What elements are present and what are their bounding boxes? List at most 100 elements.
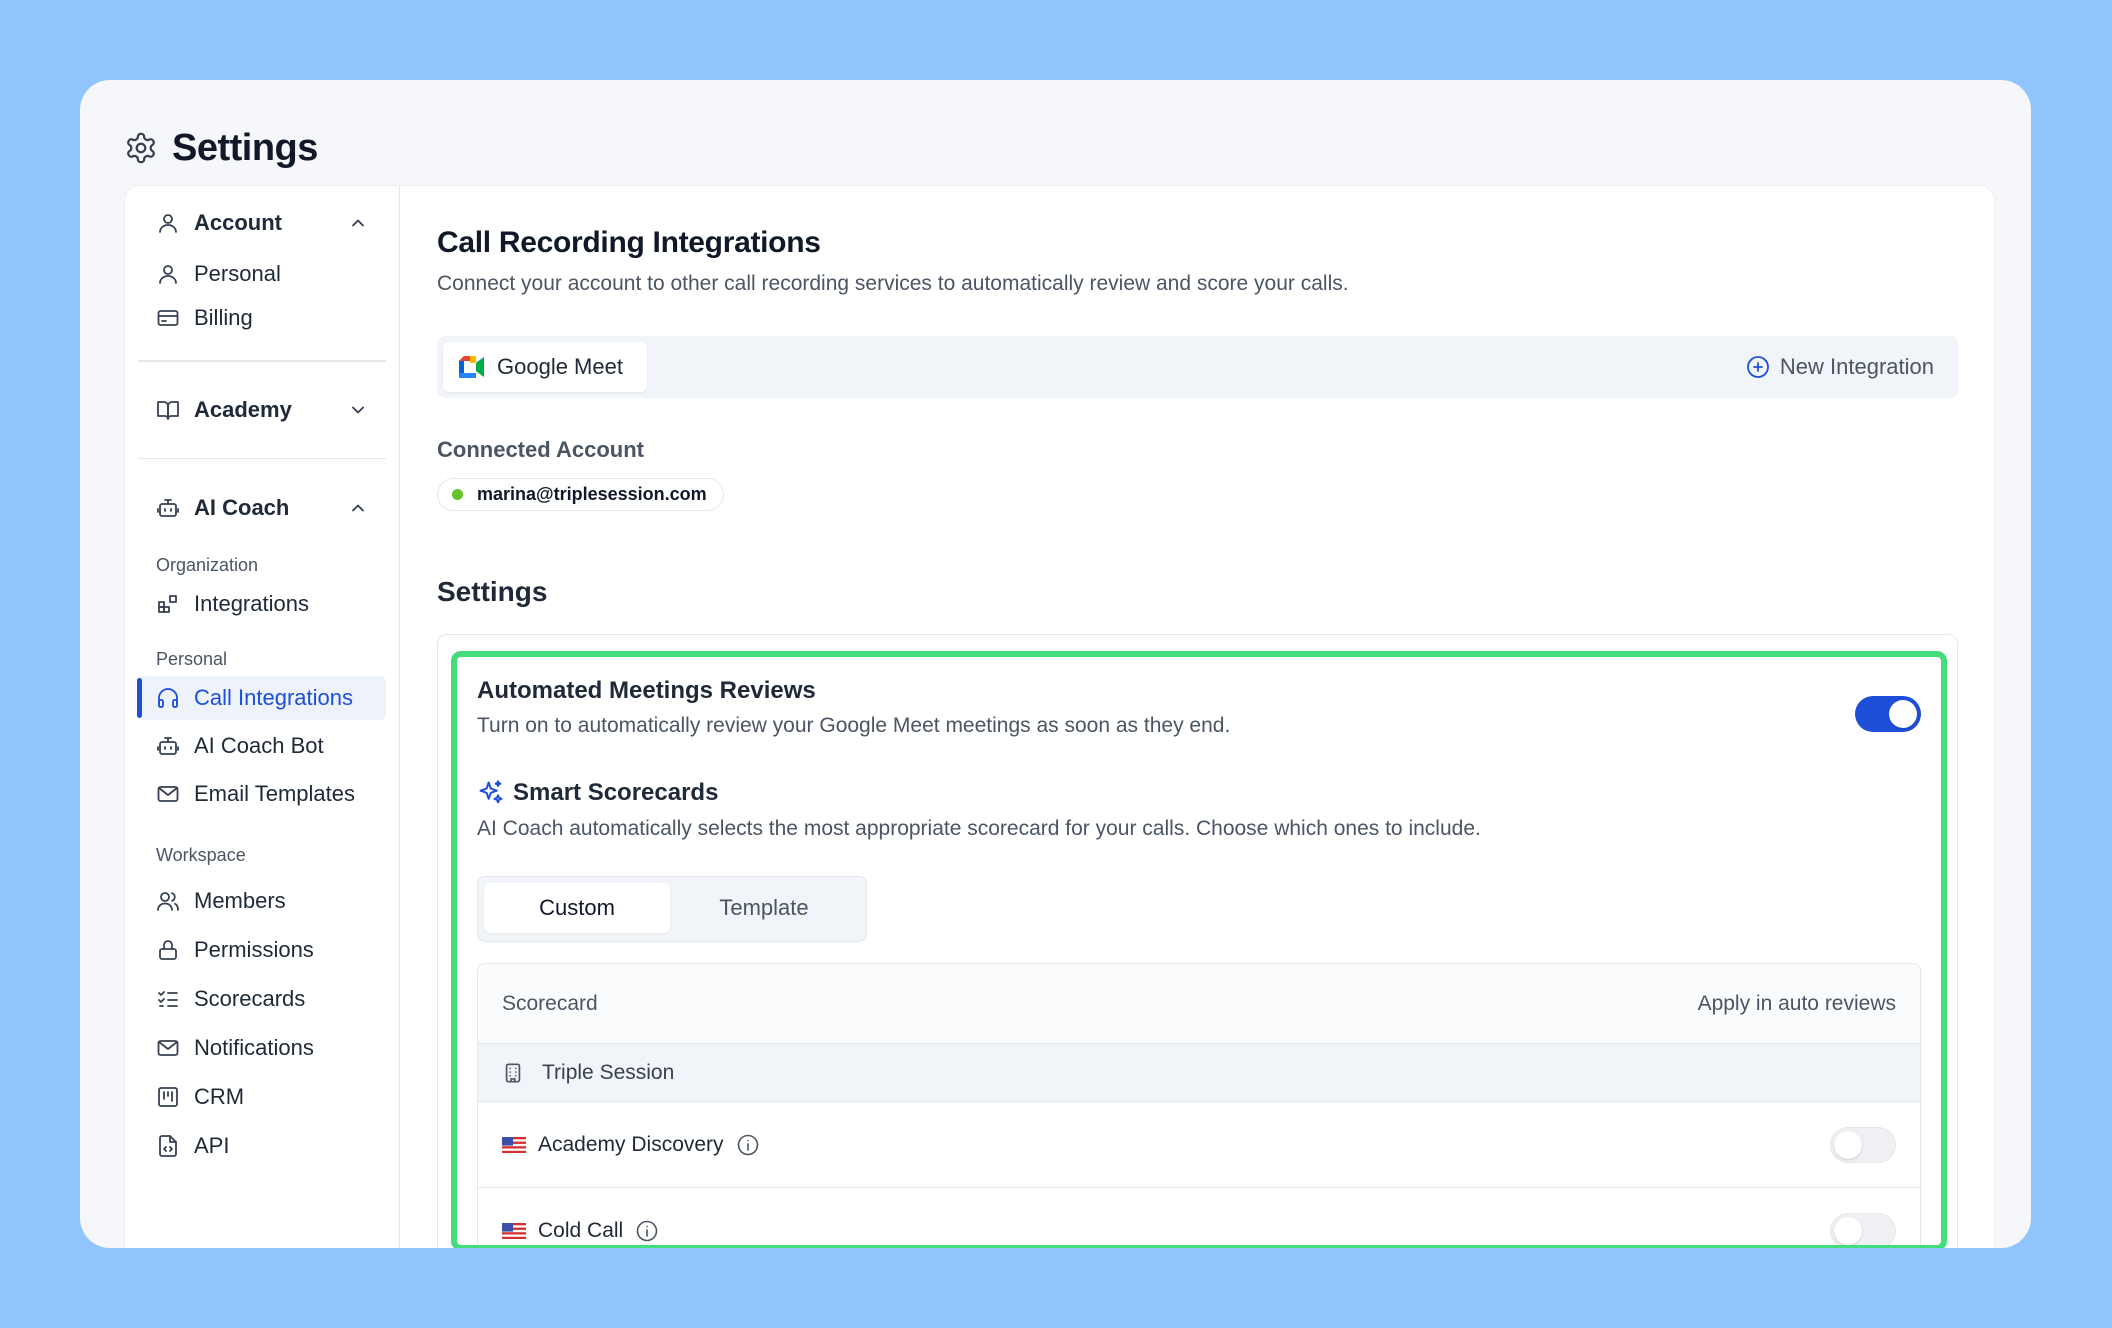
new-integration-button[interactable]: New Integration [1746,336,1934,398]
sidebar-item-label: Email Templates [194,781,355,806]
file-code-icon [159,1134,177,1157]
sidebar-item-api[interactable]: API [138,1121,386,1170]
page-header: Settings [124,114,318,182]
settings-panel: Account Personal Billing Academy AI Coac… [124,185,1995,1248]
sidebar-item-permissions[interactable]: Permissions [138,925,386,974]
mail-icon [157,1039,179,1056]
table-row: Academy Discovery [478,1102,1920,1188]
info-icon[interactable] [736,1133,760,1157]
sidebar-item-label: Call Integrations [194,685,353,710]
smart-scorecards-title: Smart Scorecards [513,779,719,806]
integration-tabs: Google Meet New Integration [437,336,1958,398]
user-icon [159,265,177,284]
sidebar-group-label: AI Coach [194,495,290,520]
sidebar-item-call-integrations[interactable]: Call Integrations [137,676,386,720]
sidebar-item-label: Scorecards [194,985,306,1011]
tab-google-meet[interactable]: Google Meet [443,342,647,392]
column-header-apply: Apply in auto reviews [1697,991,1896,1015]
sparkles-icon [479,780,503,804]
sidebar-section-title: Personal [156,649,228,669]
smart-scorecards-header: Smart Scorecards [477,779,718,807]
connected-email: marina@triplesession.com [477,484,707,504]
sidebar-item-label: Notifications [194,1034,314,1060]
scorecard-name: Cold Call [538,1218,624,1242]
sidebar-item-label: Billing [194,305,253,330]
us-flag-icon [502,1222,526,1239]
apply-auto-review-toggle[interactable] [1830,1127,1896,1163]
mail-icon [157,786,179,802]
table-row: Cold Call [478,1188,1920,1245]
segment-custom[interactable]: Custom [484,883,670,933]
tab-label: Google Meet [497,354,623,379]
sidebar-group-ai-coach[interactable]: AI Coach [138,484,386,532]
scorecards-table: Scorecard Apply in auto reviews Triple S… [477,963,1921,1245]
scorecard-type-segmented-control: Custom Template [477,876,867,942]
segment-template[interactable]: Template [671,883,857,933]
gear-icon [127,132,155,164]
column-header-scorecard: Scorecard [502,991,598,1015]
sidebar-item-label: AI Coach Bot [194,733,324,758]
group-label: Triple Session [542,1060,675,1084]
highlight-box: Automated Meetings Reviews Turn on to au… [451,651,1947,1248]
sidebar-item-scorecards[interactable]: Scorecards [138,974,386,1023]
main-content: Call Recording Integrations Connect your… [437,186,1958,1248]
sidebar-group-label: Academy [194,396,292,422]
sidebar-item-notifications[interactable]: Notifications [138,1023,386,1072]
sidebar-group-academy[interactable]: Academy [138,386,386,434]
sidebar-item-ai-coach-bot[interactable]: AI Coach Bot [138,724,386,768]
chevron-up-icon [352,504,364,512]
sidebar-item-label: CRM [194,1083,245,1109]
lock-icon [159,939,177,960]
sidebar-item-crm[interactable]: CRM [138,1072,386,1121]
plus-circle-icon [1747,356,1769,378]
automated-reviews-description: Turn on to automatically review your Goo… [477,714,1231,737]
apply-auto-review-toggle[interactable] [1830,1213,1896,1245]
bot-icon [157,499,179,517]
section-title: Call Recording Integrations [437,226,821,259]
scorecard-name: Academy Discovery [538,1132,724,1156]
kanban-icon [158,1086,178,1107]
page-title: Settings [172,126,318,169]
building-icon [505,1062,521,1083]
user-icon [159,214,177,233]
book-open-icon [157,400,179,420]
sidebar-group-label: Account [194,210,282,235]
settings-window: Settings Account Personal Billing Academ… [80,80,2031,1248]
info-icon[interactable] [635,1219,659,1243]
sidebar-item-label: API [194,1132,230,1158]
settings-card: Automated Meetings Reviews Turn on to au… [437,634,1958,1248]
bot-icon [157,737,179,755]
sidebar-item-personal[interactable]: Personal [138,252,386,296]
blocks-icon [158,595,177,613]
sidebar-group-account[interactable]: Account [138,194,386,252]
connected-account-label: Connected Account [437,437,644,462]
chevron-up-icon [352,219,364,227]
new-integration-label: New Integration [1779,354,1934,379]
automated-reviews-title: Automated Meetings Reviews [477,677,816,704]
list-checks-icon [158,990,178,1007]
toggle-knob [1834,1217,1862,1245]
sidebar-item-billing[interactable]: Billing [138,296,386,340]
settings-heading: Settings [437,576,548,607]
sidebar-item-label: Integrations [194,591,309,616]
credit-card-icon [157,310,179,326]
headphones-icon [158,688,178,708]
sidebar-item-members[interactable]: Members [138,876,386,925]
toggle-knob [1889,700,1917,728]
users-icon [157,891,179,911]
us-flag-icon [502,1136,526,1153]
table-header: Scorecard Apply in auto reviews [478,964,1920,1044]
sidebar-item-label: Personal [194,261,281,286]
sidebar-item-integrations[interactable]: Integrations [138,582,386,626]
sidebar-item-email-templates[interactable]: Email Templates [138,772,386,816]
sidebar-item-label: Permissions [194,936,314,962]
google-meet-icon [459,356,484,378]
sidebar-section-title: Workspace [156,845,246,865]
toggle-knob [1834,1131,1862,1159]
status-dot [452,489,463,500]
connected-account-badge: marina@triplesession.com [437,478,724,511]
sidebar-item-label: Members [194,887,286,913]
automated-reviews-toggle[interactable] [1855,696,1921,732]
smart-scorecards-description: AI Coach automatically selects the most … [477,817,1481,840]
section-subtitle: Connect your account to other call recor… [437,272,1349,295]
